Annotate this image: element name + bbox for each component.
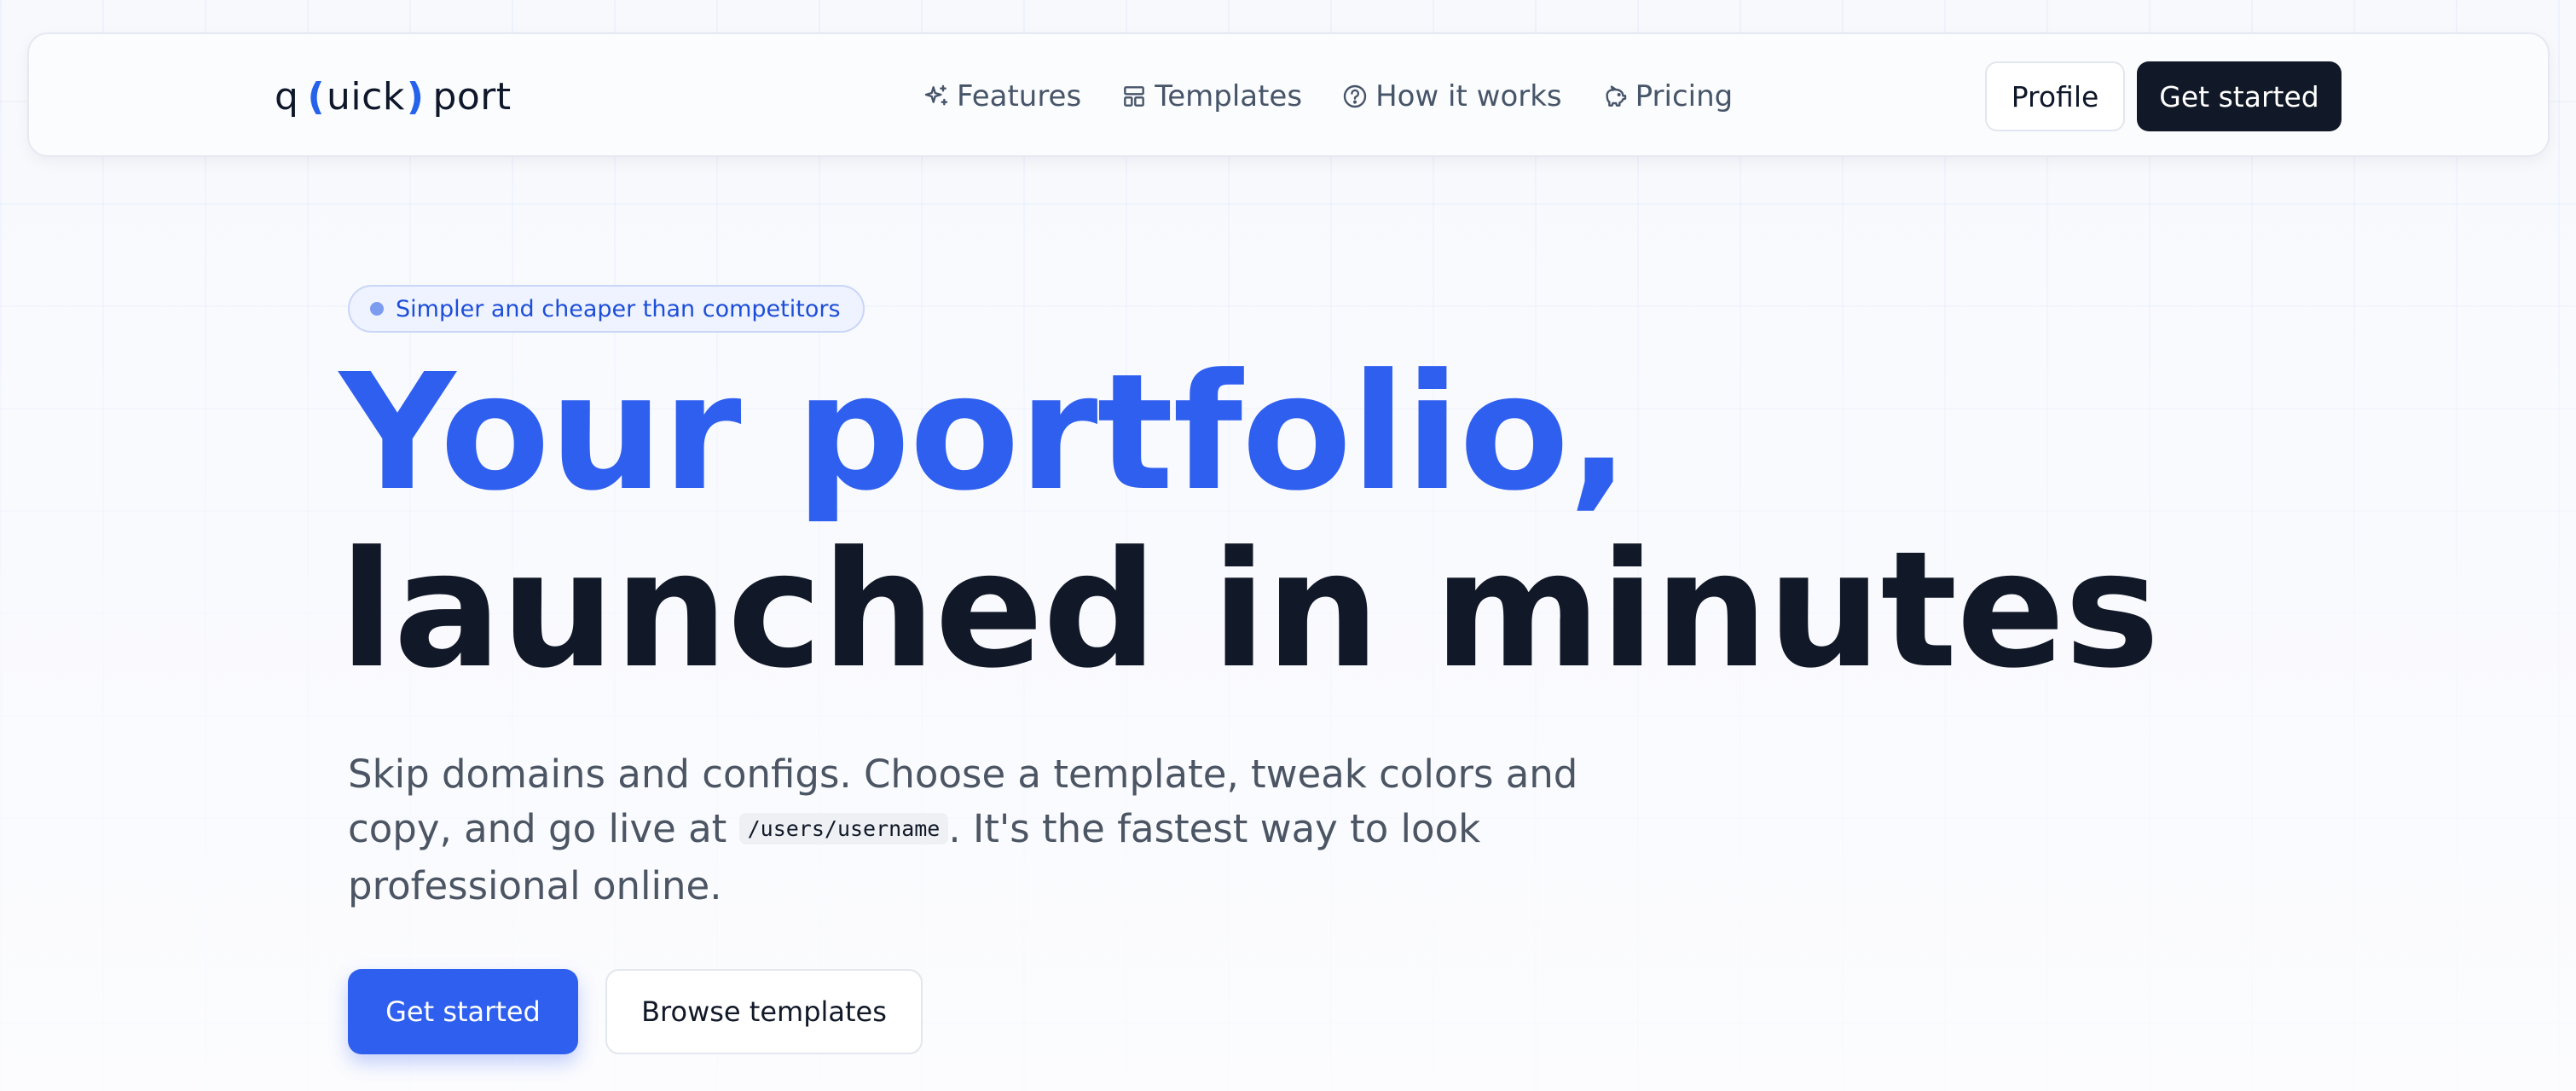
nav-link-features-label: Features	[957, 79, 1082, 113]
badge-dot-icon	[370, 302, 384, 316]
profile-button[interactable]: Profile	[1985, 61, 2125, 131]
nav-link-how-it-works[interactable]: How it works	[1341, 79, 1562, 113]
layout-icon	[1120, 83, 1148, 110]
hero-subtext: Skip domains and configs. Choose a templ…	[348, 747, 1610, 914]
nav-link-templates-label: Templates	[1155, 79, 1303, 113]
nav-link-how-it-works-label: How it works	[1375, 79, 1562, 113]
logo-open-paren: (	[307, 74, 326, 119]
logo-end: port	[432, 74, 512, 119]
hero-badge: Simpler and cheaper than competitors	[348, 285, 865, 333]
nav-link-features[interactable]: Features	[923, 79, 1081, 113]
logo[interactable]: q(uick) port	[275, 68, 512, 125]
hero-subtext-code: /users/username	[738, 813, 949, 844]
help-circle-icon	[1341, 83, 1369, 110]
navbar: q(uick) port Features Templates How it w…	[27, 32, 2550, 157]
hero-headline-line2: launched in minutes	[339, 517, 2160, 704]
nav-link-pricing-label: Pricing	[1635, 79, 1734, 113]
nav-get-started-button[interactable]: Get started	[2137, 61, 2342, 131]
logo-middle: uick	[327, 74, 405, 119]
hero-badge-label: Simpler and cheaper than competitors	[396, 295, 841, 322]
hero-headline: Your portfolio, launched in minutes	[339, 339, 2160, 704]
nav-link-pricing[interactable]: Pricing	[1601, 79, 1734, 113]
sparkles-icon	[923, 83, 950, 110]
browse-templates-button[interactable]: Browse templates	[605, 969, 923, 1054]
nav-links: Features Templates How it works Pricing	[923, 68, 1733, 125]
hero-headline-line1: Your portfolio,	[339, 339, 1630, 526]
logo-start: q	[275, 74, 299, 119]
logo-close-paren: )	[406, 74, 425, 119]
piggy-bank-icon	[1601, 83, 1629, 110]
nav-link-templates[interactable]: Templates	[1120, 79, 1302, 113]
hero-get-started-button[interactable]: Get started	[348, 969, 578, 1054]
